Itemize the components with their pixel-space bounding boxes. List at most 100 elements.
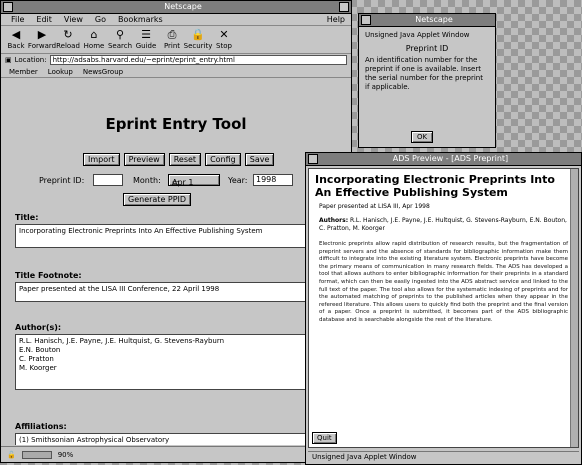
action-buttons: Import Preview Reset Config Save xyxy=(83,153,275,166)
home-button[interactable]: ⌂ Home xyxy=(83,28,105,51)
menu-help[interactable]: Help xyxy=(327,14,345,26)
popup-title: Netscape xyxy=(415,15,453,24)
window-menu-button[interactable] xyxy=(308,154,318,164)
author-line: R.L. Hanisch, J.E. Payne, J.E. Hultquist… xyxy=(19,337,225,345)
menu-file[interactable]: File xyxy=(11,14,24,25)
directory-member[interactable]: Member xyxy=(9,66,38,77)
authors-heading: Authors: xyxy=(319,217,349,224)
security-icon: 🔒 xyxy=(191,28,205,41)
navigation-toolbar: ◀ Back ▶ Forward ↻ Reload ⌂ Home ⚲ Search ☰ Gu… xyxy=(1,26,351,54)
window-menu-button[interactable] xyxy=(361,15,371,25)
window-menu-button[interactable] xyxy=(3,2,13,12)
title-textarea[interactable]: Incorporating Electronic Preprints Into … xyxy=(15,224,335,248)
guide-button[interactable]: ☰ Guide xyxy=(135,28,157,51)
progress-bar xyxy=(21,450,52,459)
year-label: Year: xyxy=(228,176,248,185)
paper-authors: Authors: R.L. Hanisch, J.E. Payne, J.E. … xyxy=(309,211,578,237)
back-button[interactable]: ◀ Back xyxy=(5,28,27,51)
status-zoom: 90% xyxy=(57,450,74,459)
reload-label: Reload xyxy=(56,42,80,50)
preprint-preview-window: ADS Preview - [ADS Preprint] Incorporati… xyxy=(305,152,582,465)
location-label: Location: xyxy=(14,56,47,64)
location-bar: ▣ Location: http://adsabs.harvard.edu/~e… xyxy=(1,54,351,66)
preprint-id-input[interactable] xyxy=(93,174,123,186)
menu-go[interactable]: Go xyxy=(95,14,106,25)
authors-label: Author(s): xyxy=(15,323,62,332)
menu-bar: File Edit View Go Bookmarks Help xyxy=(1,14,351,26)
generate-ppid-button[interactable]: Generate PPID xyxy=(123,193,192,206)
menu-view[interactable]: View xyxy=(64,14,83,25)
preview-button[interactable]: Preview xyxy=(123,153,165,166)
browser-title: Netscape xyxy=(164,2,202,11)
preprint-window-title: ADS Preview - [ADS Preprint] xyxy=(392,154,509,163)
browser-titlebar[interactable]: Netscape xyxy=(1,1,351,14)
popup-titlebar[interactable]: Netscape xyxy=(359,14,495,27)
reload-button[interactable]: ↻ Reload xyxy=(56,28,80,51)
quit-button[interactable]: Quit xyxy=(312,432,337,444)
paper-published: Paper presented at LISA III, Apr 1998 xyxy=(319,203,430,210)
preprint-titlebar[interactable]: ADS Preview - [ADS Preprint] xyxy=(306,153,581,166)
location-input[interactable]: http://adsabs.harvard.edu/~eprint/eprint… xyxy=(49,55,347,65)
forward-icon: ▶ xyxy=(37,28,47,41)
forward-button[interactable]: ▶ Forward xyxy=(27,28,57,51)
home-label: Home xyxy=(83,42,105,50)
preprint-id-label: Preprint ID: xyxy=(39,176,85,185)
page-content: Eprint Entry Tool Import Preview Reset C… xyxy=(3,83,349,445)
config-button[interactable]: Config xyxy=(205,153,241,166)
reset-button[interactable]: Reset xyxy=(168,153,202,166)
stop-button[interactable]: ✕ Stop xyxy=(213,28,235,51)
paper-title: Incorporating Electronic Preprints Into … xyxy=(315,173,555,199)
security-lock-icon: 🔓 xyxy=(7,450,16,459)
print-label: Print xyxy=(163,42,181,50)
authors-list: R.L. Hanisch, J.E. Payne, J.E. Hultquist… xyxy=(319,217,567,232)
year-input[interactable]: 1998 xyxy=(253,174,293,186)
home-icon: ⌂ xyxy=(90,28,98,41)
back-label: Back xyxy=(7,42,25,50)
guide-label: Guide xyxy=(135,42,157,50)
back-icon: ◀ xyxy=(11,28,21,41)
ok-button[interactable]: OK xyxy=(411,131,433,143)
popup-text: An identification number for the preprin… xyxy=(365,56,483,91)
save-button[interactable]: Save xyxy=(244,153,275,166)
search-label: Search xyxy=(107,42,133,50)
affiliations-label: Affiliations: xyxy=(15,422,67,431)
paper-abstract: Electronic preprints allow rapid distrib… xyxy=(319,241,568,323)
security-button[interactable]: 🔒 Security xyxy=(184,28,213,51)
title-label: Title: xyxy=(15,213,39,222)
print-button[interactable]: ⎙ Print xyxy=(161,28,183,51)
month-select[interactable]: Apr 1 ▭ xyxy=(168,174,220,187)
security-label: Security xyxy=(183,42,213,50)
menu-bookmarks[interactable]: Bookmarks xyxy=(118,14,163,25)
guide-icon: ☰ xyxy=(141,28,151,41)
maximize-button[interactable] xyxy=(339,2,349,12)
help-popup-window: Netscape Unsigned Java Applet Window Pre… xyxy=(358,13,496,148)
menu-edit[interactable]: Edit xyxy=(36,14,52,25)
id-date-row: Preprint ID: Month: Apr 1 ▭ Year: 1998 xyxy=(3,173,349,189)
popup-body: Unsigned Java Applet Window Preprint ID … xyxy=(359,27,495,96)
author-line: M. Koorger xyxy=(19,364,57,372)
directory-newsgroup[interactable]: NewsGroup xyxy=(83,66,123,77)
print-icon: ⎙ xyxy=(167,28,177,41)
stop-label: Stop xyxy=(216,42,232,50)
authors-textarea[interactable]: R.L. Hanisch, J.E. Payne, J.E. Hultquist… xyxy=(15,334,335,390)
directory-bar: Member Lookup NewsGroup xyxy=(1,66,351,78)
search-button[interactable]: ⚲ Search xyxy=(107,28,133,51)
forward-label: Forward xyxy=(27,42,57,50)
browser-window: Netscape File Edit View Go Bookmarks Hel… xyxy=(0,0,352,463)
affiliations-textarea[interactable]: (1) Smithsonian Astrophysical Observator… xyxy=(15,433,335,445)
page-title: Eprint Entry Tool xyxy=(105,115,247,133)
popup-heading: Preprint ID xyxy=(405,44,449,53)
preprint-scrollbar[interactable] xyxy=(570,169,578,447)
unsigned-applet-label: Unsigned Java Applet Window xyxy=(365,31,470,39)
directory-lookup[interactable]: Lookup xyxy=(48,66,73,77)
stop-icon: ✕ xyxy=(219,28,229,41)
bookmark-icon[interactable]: ▣ xyxy=(5,56,12,64)
preprint-status: Unsigned Java Applet Window xyxy=(308,451,579,462)
import-button[interactable]: Import xyxy=(83,153,120,166)
status-bar: 🔓 90% xyxy=(1,446,351,462)
dropdown-icon: ▭ xyxy=(172,178,180,187)
footnote-textarea[interactable]: Paper presented at the LISA III Conferen… xyxy=(15,282,335,302)
author-line: E.N. Bouton xyxy=(19,346,61,354)
month-label: Month: xyxy=(133,176,161,185)
footnote-label: Title Footnote: xyxy=(15,271,82,280)
